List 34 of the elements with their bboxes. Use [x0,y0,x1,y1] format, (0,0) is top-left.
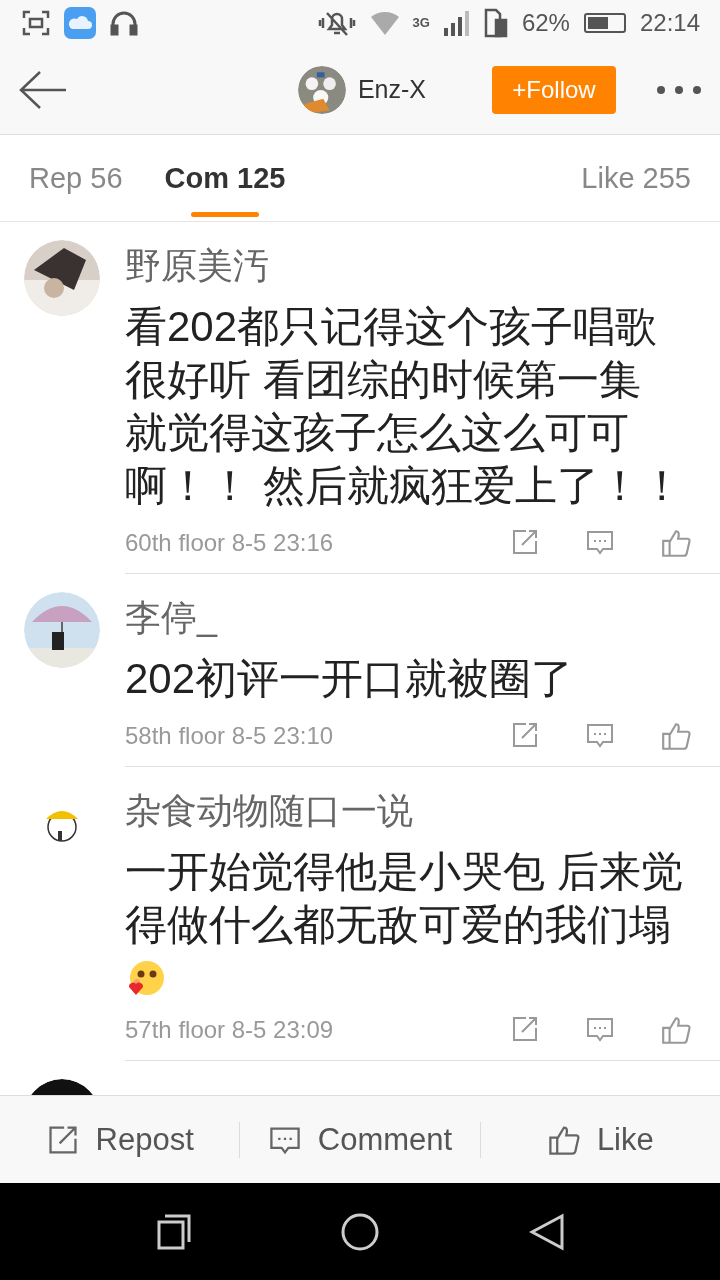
floor-and-time: 60th floor 8-5 23:16 [125,528,335,557]
sim-alert-icon [483,7,508,38]
tab[interactable]: Com 125 [164,135,286,221]
comment-text-line: 很好听 看团综的时候第一集 [125,355,641,405]
author-name[interactable]: 杂食动物随口一说 [125,791,413,831]
floor-and-time: 57th floor 8-5 23:09 [125,1015,335,1044]
more-icon[interactable] [656,84,702,95]
cloud-app-icon [64,6,96,39]
comment-text-line: 就觉得这孩子怎么这么可可 [125,408,629,458]
floor-and-time: 58th floor 8-5 23:10 [125,721,335,750]
comment-text-line: 看202都只记得这个孩子唱歌 [125,302,658,352]
battery-percent: 62% [521,8,570,37]
comment-button[interactable]: Comment [240,1109,480,1170]
author-name[interactable]: 李停_ [125,598,218,638]
network-type: 3G [412,15,430,30]
wifi-icon [370,10,399,35]
signal-icon [443,9,470,36]
tab[interactable]: Like 255 [581,135,691,221]
author-name[interactable]: 野原美汚 [125,246,269,286]
home-icon[interactable] [340,1211,380,1252]
comment-text-line: 得做什么都无敌可爱的我们塌 [125,900,671,950]
back-arrow-icon[interactable] [18,69,68,110]
comment-text-line: 202初评一开口就被圈了 [125,654,574,704]
like-button[interactable]: Like [480,1109,720,1170]
comment-text-line: 啊！！ 然后就疯狂爱上了！！ [125,461,683,511]
comment-text-line: 一开始觉得他是小哭包 后来觉 [125,847,683,897]
back-icon[interactable] [529,1212,566,1251]
screenshot-icon [22,9,50,36]
user-name: Enz-X [357,75,426,104]
headphones-icon [110,9,138,36]
clock: 22:14 [639,8,700,37]
repost-button[interactable]: Repost [0,1109,240,1170]
tab[interactable]: Rep 56 [29,135,123,221]
battery-icon [583,12,626,33]
